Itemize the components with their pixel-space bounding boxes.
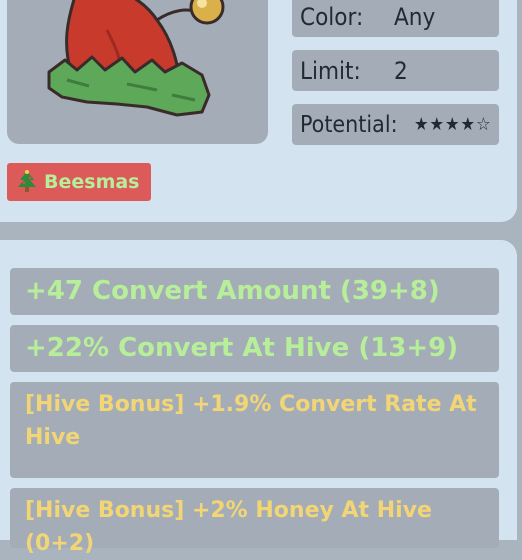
limit-label: Limit: bbox=[300, 56, 361, 85]
potential-label: Potential: bbox=[300, 111, 398, 138]
color-stat: Color: Any bbox=[292, 0, 499, 37]
potential-stat: Potential: ★★★★☆ bbox=[292, 104, 499, 145]
ability-row: +22% Convert At Hive (13+9) bbox=[10, 325, 499, 372]
item-image bbox=[7, 0, 268, 144]
ability-text: [Hive Bonus] +1.9% Convert Rate At Hive bbox=[25, 392, 477, 450]
limit-stat: Limit: 2 bbox=[292, 50, 499, 91]
event-tag: Beesmas bbox=[7, 163, 151, 201]
color-label: Color: bbox=[300, 2, 364, 31]
ability-text: +47 Convert Amount (39+8) bbox=[25, 276, 440, 306]
event-label: Beesmas bbox=[44, 171, 140, 193]
ability-text: +22% Convert At Hive (13+9) bbox=[25, 333, 459, 363]
color-value: Any bbox=[394, 2, 436, 31]
potential-stars: ★★★★☆ bbox=[414, 114, 492, 135]
ability-row: +47 Convert Amount (39+8) bbox=[10, 268, 499, 315]
ability-row: [Hive Bonus] +2% Honey At Hive (0+2) bbox=[10, 488, 499, 556]
christmas-tree-icon bbox=[18, 170, 36, 192]
limit-value: 2 bbox=[394, 56, 408, 85]
ability-text: [Hive Bonus] +2% Honey At Hive (0+2) bbox=[25, 498, 432, 556]
ability-row: [Hive Bonus] +1.9% Convert Rate At Hive bbox=[10, 382, 499, 478]
elf-hat-icon bbox=[47, 0, 225, 117]
